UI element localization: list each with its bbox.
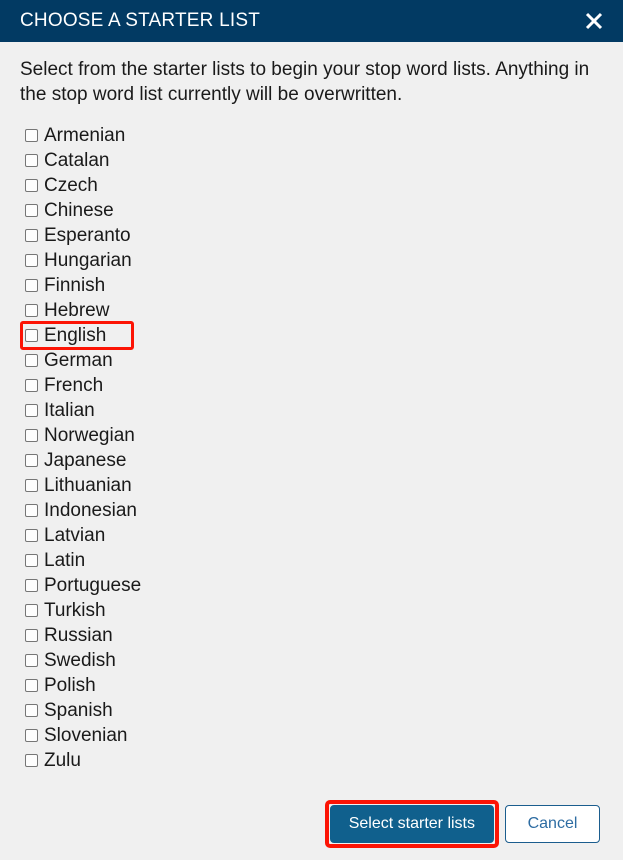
- list-item[interactable]: Norwegian: [20, 423, 603, 448]
- list-item-label: Indonesian: [44, 500, 137, 521]
- list-item-label: German: [44, 350, 113, 371]
- cancel-button[interactable]: Cancel: [505, 805, 600, 843]
- list-item[interactable]: Turkish: [20, 598, 603, 623]
- checkbox-icon[interactable]: [25, 754, 38, 767]
- list-item[interactable]: Czech: [20, 173, 603, 198]
- dialog-title: CHOOSE A STARTER LIST: [20, 10, 261, 31]
- dialog-footer: Select starter lists Cancel: [324, 800, 600, 848]
- list-item-label: Polish: [44, 675, 96, 696]
- list-item[interactable]: Indonesian: [20, 498, 603, 523]
- list-item[interactable]: Swedish: [20, 648, 603, 673]
- list-item-label: Norwegian: [44, 425, 135, 446]
- list-item-label: Chinese: [44, 200, 114, 221]
- list-item[interactable]: German: [20, 348, 603, 373]
- list-item-label: Hebrew: [44, 300, 110, 321]
- list-item[interactable]: Latin: [20, 548, 603, 573]
- list-item[interactable]: Japanese: [20, 448, 603, 473]
- list-item-label: Italian: [44, 400, 95, 421]
- list-item-label: Turkish: [44, 600, 106, 621]
- list-item[interactable]: Lithuanian: [20, 473, 603, 498]
- list-item[interactable]: Spanish: [20, 698, 603, 723]
- dialog-description: Select from the starter lists to begin y…: [20, 59, 590, 105]
- list-item[interactable]: English: [20, 321, 603, 350]
- checkbox-icon[interactable]: [25, 229, 38, 242]
- checkbox-icon[interactable]: [25, 179, 38, 192]
- list-item-label: Portuguese: [44, 575, 142, 596]
- list-item-label: Lithuanian: [44, 475, 132, 496]
- list-item-label: Spanish: [44, 700, 113, 721]
- list-item-label: Swedish: [44, 650, 116, 671]
- list-item-label: Hungarian: [44, 250, 132, 271]
- checkbox-icon[interactable]: [25, 704, 38, 717]
- list-item-label: Japanese: [44, 450, 127, 471]
- select-starter-lists-button[interactable]: Select starter lists: [329, 805, 494, 843]
- checkbox-icon[interactable]: [25, 129, 38, 142]
- checkbox-icon[interactable]: [25, 579, 38, 592]
- list-item[interactable]: Esperanto: [20, 223, 603, 248]
- checkbox-icon[interactable]: [25, 304, 38, 317]
- list-item-label: Slovenian: [44, 725, 128, 746]
- dialog-body: Select from the starter lists to begin y…: [0, 42, 623, 860]
- checkbox-icon[interactable]: [25, 679, 38, 692]
- starter-list-options: Armenian Catalan Czech Chinese Esperanto Hung…: [20, 123, 603, 773]
- list-item-label: Catalan: [44, 150, 110, 171]
- checkbox-icon[interactable]: [25, 629, 38, 642]
- checkbox-icon[interactable]: [25, 379, 38, 392]
- checkbox-icon[interactable]: [25, 504, 38, 517]
- list-item[interactable]: Catalan: [20, 148, 603, 173]
- checkbox-icon[interactable]: [25, 604, 38, 617]
- checkbox-icon[interactable]: [25, 254, 38, 267]
- list-item[interactable]: Portuguese: [20, 573, 603, 598]
- list-item-label: Latin: [44, 550, 86, 571]
- list-item[interactable]: Finnish: [20, 273, 603, 298]
- list-item-label: French: [44, 375, 104, 396]
- checkbox-icon[interactable]: [25, 429, 38, 442]
- checkbox-icon[interactable]: [25, 454, 38, 467]
- list-item[interactable]: Latvian: [20, 523, 603, 548]
- checkbox-icon[interactable]: [25, 529, 38, 542]
- checkbox-icon[interactable]: [25, 479, 38, 492]
- list-item-label: Latvian: [44, 525, 106, 546]
- close-icon-glyph: [585, 12, 603, 30]
- list-item[interactable]: Polish: [20, 673, 603, 698]
- select-starter-lists-wrapper: Select starter lists: [324, 800, 500, 848]
- list-item-label: Armenian: [44, 125, 126, 146]
- list-item-label: Czech: [44, 175, 98, 196]
- list-item-label: English: [44, 325, 107, 346]
- checkbox-icon[interactable]: [25, 729, 38, 742]
- close-icon[interactable]: [579, 6, 609, 36]
- choose-starter-list-dialog: CHOOSE A STARTER LIST Select from the st…: [0, 0, 623, 860]
- dialog-header: CHOOSE A STARTER LIST: [0, 0, 623, 42]
- list-item[interactable]: Slovenian: [20, 723, 603, 748]
- list-item-label: Russian: [44, 625, 113, 646]
- checkbox-icon[interactable]: [25, 354, 38, 367]
- checkbox-icon[interactable]: [25, 329, 38, 342]
- list-item-label: Finnish: [44, 275, 106, 296]
- list-item[interactable]: French: [20, 373, 603, 398]
- list-item-label: Esperanto: [44, 225, 131, 246]
- checkbox-icon[interactable]: [25, 404, 38, 417]
- list-item[interactable]: Russian: [20, 623, 603, 648]
- checkbox-icon[interactable]: [25, 204, 38, 217]
- checkbox-icon[interactable]: [25, 154, 38, 167]
- list-item-label: Zulu: [44, 750, 81, 771]
- list-item[interactable]: Zulu: [20, 748, 603, 773]
- checkbox-icon[interactable]: [25, 279, 38, 292]
- list-item[interactable]: Hebrew: [20, 298, 603, 323]
- checkbox-icon[interactable]: [25, 654, 38, 667]
- list-item[interactable]: Italian: [20, 398, 603, 423]
- list-item[interactable]: Chinese: [20, 198, 603, 223]
- checkbox-icon[interactable]: [25, 554, 38, 567]
- list-item[interactable]: Armenian: [20, 123, 603, 148]
- list-item[interactable]: Hungarian: [20, 248, 603, 273]
